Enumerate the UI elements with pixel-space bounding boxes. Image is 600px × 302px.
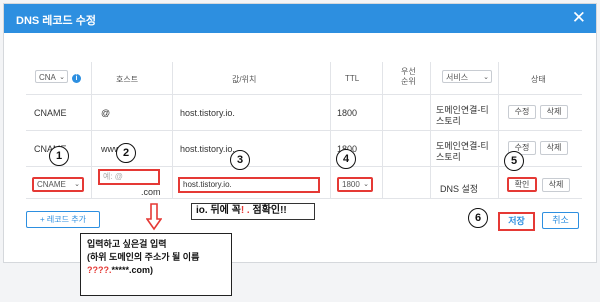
- dialog-header: DNS 레코드 수정 ✕: [4, 4, 596, 33]
- note-line3: ????.*****.com): [87, 264, 225, 277]
- column-divider: [498, 62, 499, 198]
- chevron-down-icon: ⌄: [363, 181, 369, 188]
- priority-column-header-line2: 순위: [401, 77, 416, 86]
- column-divider: [330, 62, 331, 198]
- host-input[interactable]: 예: @: [98, 169, 160, 185]
- step-marker-6: 6: [468, 208, 488, 228]
- callout-text-a: io. 뒤에 꼭: [196, 205, 241, 216]
- record-type-select[interactable]: CNAME ⌄: [32, 177, 84, 192]
- column-divider: [172, 62, 173, 198]
- ttl-select-value: 1800: [342, 180, 360, 189]
- column-divider: [91, 62, 92, 198]
- ttl-select[interactable]: 1800 ⌄: [337, 177, 373, 192]
- record-value: host.tistory.io.: [180, 108, 235, 118]
- dialog-title: DNS 레코드 수정: [16, 15, 96, 27]
- add-record-button[interactable]: + 레코드 추가: [26, 211, 100, 228]
- record-type: CNAME: [34, 108, 67, 118]
- row-divider: [26, 198, 582, 199]
- close-icon[interactable]: ✕: [572, 9, 586, 26]
- host-column-header: 호스트: [116, 75, 139, 84]
- service-name: DNS 설정: [440, 184, 479, 194]
- info-icon[interactable]: i: [72, 74, 81, 83]
- record-host: @: [101, 108, 111, 118]
- ttl-column-header: TTL: [345, 74, 360, 83]
- delete-button[interactable]: 삭제: [540, 105, 568, 119]
- host-input-placeholder: 예: @: [103, 172, 123, 181]
- edit-button[interactable]: 수정: [508, 105, 536, 119]
- dns-record-edit-dialog: DNS 레코드 수정 ✕ CNA ⌄ i 호스트 값/위치 TTL 우선 순위 서…: [3, 3, 597, 263]
- note-line1: 입력하고 싶은걸 입력: [87, 239, 167, 249]
- record-type-select-value: CNAME: [37, 180, 66, 189]
- value-tip-callout: io. 뒤에 꼭! . 점확인!!: [191, 203, 315, 220]
- confirm-button[interactable]: 확인: [507, 177, 537, 192]
- record-type-filter-value: CNA: [39, 73, 56, 82]
- domain-suffix: .com: [141, 187, 161, 197]
- record-service-line2: 스토리: [436, 116, 461, 126]
- step-marker-5: 5: [504, 151, 524, 171]
- step-marker-3: 3: [230, 150, 250, 170]
- delete-button[interactable]: 삭제: [540, 141, 568, 155]
- chevron-down-icon: ⌄: [74, 181, 80, 188]
- delete-button[interactable]: 삭제: [542, 178, 570, 192]
- service-filter-select[interactable]: 서비스 ⌄: [442, 70, 492, 83]
- record-service-line2: 스토리: [436, 152, 461, 162]
- callout-text-b: 점확인!!: [252, 205, 287, 216]
- column-divider: [382, 62, 383, 198]
- note-domain-rest: *****.com): [111, 265, 154, 275]
- step-marker-1: 1: [49, 146, 69, 166]
- record-value: host.tistory.io.: [180, 144, 235, 154]
- service-filter-value: 서비스: [446, 73, 469, 82]
- down-arrow-icon: [146, 203, 162, 231]
- save-button[interactable]: 저장: [498, 212, 535, 231]
- step-marker-4: 4: [336, 149, 356, 169]
- chevron-down-icon: ⌄: [59, 74, 65, 81]
- value-column-header: 값/위치: [232, 75, 257, 84]
- record-type-filter-select[interactable]: CNA ⌄: [35, 70, 68, 83]
- value-input[interactable]: host.tistory.io.: [178, 177, 320, 193]
- note-line2: (하위 도메인의 주소가 될 이름: [87, 252, 200, 262]
- column-divider: [430, 62, 431, 198]
- value-input-text: host.tistory.io.: [183, 180, 232, 189]
- callout-dot: ! .: [240, 205, 253, 216]
- chevron-down-icon: ⌄: [483, 74, 489, 81]
- status-column-header: 상태: [531, 75, 546, 84]
- record-ttl: 1800: [337, 108, 358, 118]
- step-marker-2: 2: [116, 143, 136, 163]
- cancel-button[interactable]: 취소: [542, 212, 579, 229]
- host-input-note: 입력하고 싶은걸 입력 (하위 도메인의 주소가 될 이름 ????.*****…: [80, 233, 232, 296]
- note-question-marks: ????.: [87, 265, 112, 275]
